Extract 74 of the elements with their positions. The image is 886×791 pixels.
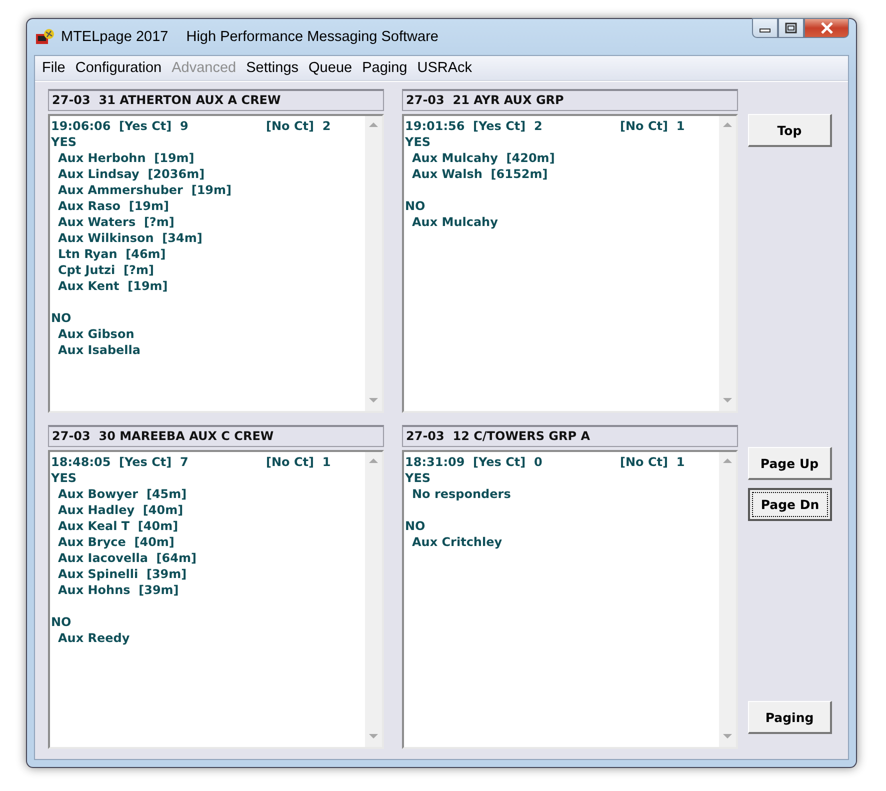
responder-line: Aux Keal T [40m] [57, 518, 178, 534]
responder-line: Aux Spinelli [39m] [57, 566, 187, 582]
responder-line: Aux Gibson [57, 326, 134, 342]
responder-line: Aux Raso [19m] [57, 198, 169, 214]
no-count-text: [No Ct] 1 [266, 454, 331, 470]
scroll-down-icon[interactable] [723, 397, 732, 403]
page-button[interactable]: Page Up [748, 447, 832, 480]
scrollbar[interactable] [365, 452, 382, 747]
section-heading: NO [51, 614, 72, 630]
scroll-up-icon[interactable] [369, 122, 378, 128]
responder-line: Aux Waters [?m] [57, 214, 174, 230]
scroll-down-icon[interactable] [369, 397, 378, 403]
responder-line: Aux Walsh [6152m] [411, 166, 548, 182]
close-icon [818, 22, 834, 34]
section-heading: YES [405, 134, 431, 150]
window-title: MTELpage 2017 [61, 29, 168, 45]
scrollbar[interactable] [365, 116, 382, 411]
scroll-up-icon[interactable] [369, 458, 378, 464]
section-heading: YES [51, 134, 77, 150]
panel-header: 27-03 31 ATHERTON AUX A CREW [48, 89, 384, 111]
menu-item[interactable]: Configuration [70, 60, 167, 76]
scrollbar[interactable] [719, 452, 736, 747]
scroll-down-icon[interactable] [369, 733, 378, 739]
responder-line: Aux Wilkinson [34m] [57, 230, 202, 246]
menu-item[interactable]: Queue [304, 60, 358, 76]
responder-line: Aux Ammershuber [19m] [57, 182, 232, 198]
section-heading: YES [405, 470, 431, 486]
responder-line: Aux Mulcahy [420m] [411, 150, 555, 166]
panel-header: 27-03 12 C/TOWERS GRP A [402, 425, 738, 447]
no-count-text: [No Ct] 1 [620, 118, 685, 134]
menu-item[interactable]: Settings [241, 60, 304, 76]
panel-header: 27-03 30 MAREEBA AUX C CREW [48, 425, 384, 447]
no-count-text: [No Ct] 1 [620, 454, 685, 470]
yes-count-text: 19:01:56 [Yes Ct] 2 [405, 118, 544, 134]
responder-line: Aux Iacovella [64m] [57, 550, 196, 566]
section-heading: NO [405, 198, 426, 214]
scroll-up-icon[interactable] [723, 458, 732, 464]
responder-line: Aux Herbohn [19m] [57, 150, 194, 166]
maximize-icon [784, 22, 798, 34]
top-button[interactable]: Top [748, 114, 832, 147]
responder-line: Aux Lindsay [2036m] [57, 166, 205, 182]
yes-count-text: 18:48:05 [Yes Ct] 7 [51, 454, 190, 470]
app-icon [35, 28, 55, 46]
section-heading: NO [51, 310, 72, 326]
page-button[interactable]: Page Dn [748, 488, 832, 521]
responder-line: Aux Isabella [57, 342, 141, 358]
responder-line: Aux Hadley [40m] [57, 502, 184, 518]
responder-line: Aux Bryce [40m] [57, 534, 174, 550]
window-subtitle: High Performance Messaging Software [186, 29, 438, 45]
menu-item[interactable]: File [37, 60, 70, 76]
responder-line: Aux Hohns [39m] [57, 582, 179, 598]
responder-line: Aux Mulcahy [411, 214, 498, 230]
scrollbar[interactable] [719, 116, 736, 411]
responder-line: Aux Kent [19m] [57, 278, 168, 294]
paging-button[interactable]: Paging [748, 701, 832, 734]
responder-line: No responders [411, 486, 511, 502]
responder-line: Aux Critchley [411, 534, 502, 550]
responder-line: Cpt Jutzi [?m] [57, 262, 154, 278]
yes-count-text: 19:06:06 [Yes Ct] 9 [51, 118, 190, 134]
scroll-down-icon[interactable] [723, 733, 732, 739]
no-count-text: [No Ct] 2 [266, 118, 331, 134]
scroll-up-icon[interactable] [723, 122, 732, 128]
maximize-button[interactable] [778, 18, 804, 38]
responder-line: Aux Bowyer [45m] [57, 486, 187, 502]
close-button[interactable] [804, 18, 849, 38]
menu-item[interactable]: USRAck [412, 60, 478, 76]
minimize-button[interactable] [752, 18, 778, 38]
yes-count-text: 18:31:09 [Yes Ct] 0 [405, 454, 544, 470]
section-heading: YES [51, 470, 77, 486]
section-heading: NO [405, 518, 426, 534]
panel-header: 27-03 21 AYR AUX GRP [402, 89, 738, 111]
responder-line: Ltn Ryan [46m] [57, 246, 166, 262]
responder-line: Aux Reedy [57, 630, 130, 646]
menu-item[interactable]: Paging [357, 60, 412, 76]
